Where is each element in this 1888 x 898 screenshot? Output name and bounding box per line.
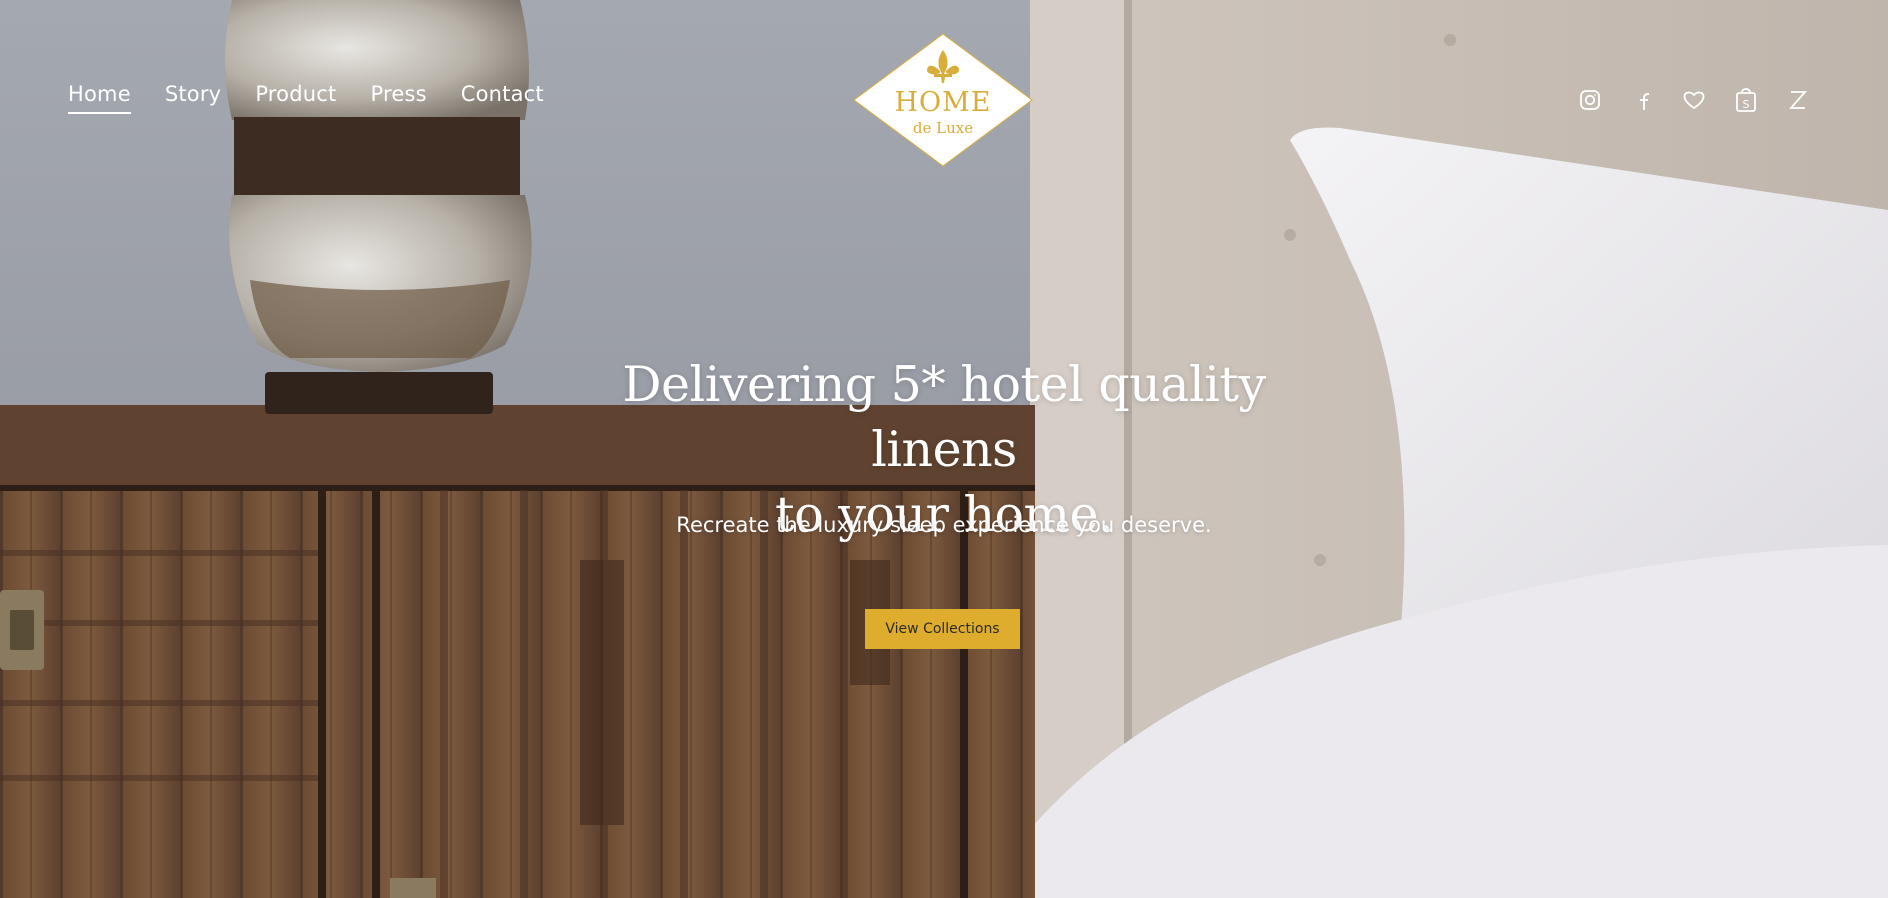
nav-item-contact[interactable]: Contact bbox=[461, 82, 544, 114]
shopping-bag-icon[interactable]: S bbox=[1732, 86, 1760, 114]
nav-item-story[interactable]: Story bbox=[165, 82, 221, 114]
facebook-icon[interactable] bbox=[1628, 86, 1656, 114]
z-icon[interactable] bbox=[1784, 86, 1812, 114]
hero-subheadline: Recreate the luxury sleep experience you… bbox=[676, 513, 1212, 537]
main-navigation: Home Story Product Press Contact bbox=[68, 82, 578, 114]
svg-text:S: S bbox=[1743, 98, 1750, 111]
heart-icon[interactable] bbox=[1680, 86, 1708, 114]
hero-section: Home Story Product Press Contact HOME de… bbox=[0, 0, 1888, 898]
nav-item-press[interactable]: Press bbox=[370, 82, 426, 114]
hero-headline-line-1: Delivering 5* hotel quality linens bbox=[622, 356, 1266, 478]
logo-text-main: HOME bbox=[894, 87, 992, 118]
instagram-icon[interactable] bbox=[1576, 86, 1604, 114]
logo-text-sub: de Luxe bbox=[912, 119, 974, 137]
site-logo[interactable]: HOME de Luxe bbox=[853, 33, 1033, 167]
nav-item-home[interactable]: Home bbox=[68, 82, 131, 114]
view-collections-button[interactable]: View Collections bbox=[865, 609, 1020, 649]
nav-item-product[interactable]: Product bbox=[255, 82, 336, 114]
header-icons: S bbox=[1576, 86, 1836, 114]
